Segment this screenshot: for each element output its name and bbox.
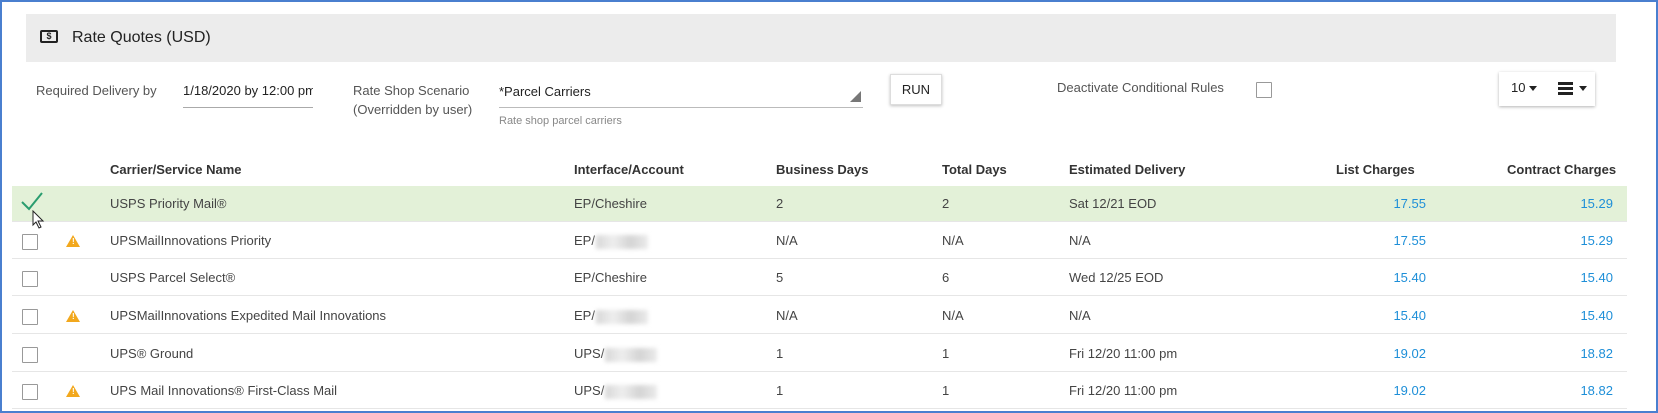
total-days: 2 (942, 196, 950, 211)
table-row[interactable]: ! UPSMailInnovations Priority EP/N/A N/A N/A… (12, 223, 1627, 259)
total-days: N/A (942, 233, 964, 248)
warning-icon: ! (66, 385, 80, 397)
interface-account: UPS/ (574, 383, 658, 399)
contract-charges-link[interactable]: 15.40 (1507, 308, 1613, 323)
list-view-icon[interactable] (1558, 82, 1573, 97)
list-charges-link[interactable]: 15.40 (1336, 270, 1426, 285)
contract-charges-link[interactable]: 18.82 (1507, 383, 1613, 398)
contract-charges-link[interactable]: 15.40 (1507, 270, 1613, 285)
warning-icon: ! (66, 235, 80, 247)
deactivate-rules-checkbox[interactable] (1256, 82, 1272, 98)
row-select-checkbox[interactable] (22, 347, 38, 363)
business-days: 2 (776, 196, 784, 211)
business-days: 1 (776, 383, 784, 398)
scenario-hint: Rate shop parcel carriers (499, 115, 622, 127)
contract-charges-link[interactable]: 15.29 (1507, 196, 1613, 211)
table-toolbar: 10 (1499, 72, 1595, 106)
carrier-name: UPSMailInnovations Priority (110, 233, 272, 248)
col-header-carrier[interactable]: Carrier/Service Name (110, 162, 242, 177)
total-days: N/A (942, 308, 964, 323)
panel-header: $ Rate Quotes (USD) (26, 14, 1616, 62)
selected-check-icon[interactable] (20, 190, 44, 212)
chevron-down-icon (1529, 86, 1538, 92)
business-days: 5 (776, 270, 784, 285)
row-select-checkbox[interactable] (22, 309, 38, 325)
carrier-name: USPS Parcel Select® (110, 270, 236, 285)
table-row[interactable]: ! UPS Mail Innovations® First-Class Mail U… (12, 373, 1627, 409)
contract-charges-link[interactable]: 15.29 (1507, 233, 1613, 248)
row-select-checkbox[interactable] (22, 271, 38, 287)
estimated-delivery: N/A (1069, 308, 1091, 323)
interface-account: EP/ (574, 308, 648, 324)
interface-account: EP/Cheshire (574, 196, 647, 211)
page-size-dropdown[interactable]: 10 (1511, 80, 1538, 95)
required-delivery-label: Required Delivery by (36, 83, 157, 98)
estimated-delivery: Fri 12/20 11:00 pm (1069, 346, 1178, 361)
table-row[interactable]: USPS Parcel Select® EP/Cheshire 5 6 Wed 12/2… (12, 260, 1627, 296)
table-row[interactable]: UPS® Ground UPS/1 1 Fri 12/20 11:00 pm 19.02… (12, 336, 1627, 372)
total-days: 1 (942, 383, 950, 398)
carrier-name: USPS Priority Mail® (110, 196, 227, 211)
panel-title: Rate Quotes (USD) (72, 29, 211, 46)
business-days: N/A (776, 233, 798, 248)
redacted-value (595, 234, 648, 249)
rate-quotes-panel: $ Rate Quotes (USD) Required Delivery by… (0, 0, 1658, 413)
money-icon: $ (40, 30, 58, 43)
carrier-name: UPS Mail Innovations® First-Class Mail (110, 383, 338, 398)
table-row[interactable]: ! UPSMailInnovations Expedited Mail Innov… (12, 298, 1627, 334)
interface-account: UPS/ (574, 346, 658, 362)
page-size-value: 10 (1511, 80, 1526, 95)
required-delivery-input[interactable]: 1/18/2020 by 12:00 pm (183, 82, 313, 108)
row-select-checkbox[interactable] (22, 234, 38, 250)
total-days: 6 (942, 270, 950, 285)
row-select-checkbox[interactable] (22, 384, 38, 400)
scenario-value: *Parcel Carriers (499, 84, 591, 99)
col-header-list-charges[interactable]: List Charges (1336, 162, 1415, 177)
col-header-total-days[interactable]: Total Days (942, 162, 1007, 177)
business-days: N/A (776, 308, 798, 323)
list-charges-link[interactable]: 17.55 (1336, 233, 1426, 248)
total-days: 1 (942, 346, 950, 361)
redacted-value (605, 384, 658, 399)
list-charges-link[interactable]: 17.55 (1336, 196, 1426, 211)
redacted-value (595, 309, 648, 324)
view-chevron-down-icon[interactable] (1579, 86, 1587, 91)
table-row[interactable]: USPS Priority Mail® EP/Cheshire 2 2 Sat 12/2… (12, 186, 1627, 229)
col-header-interface[interactable]: Interface/Account (574, 162, 684, 177)
contract-charges-link[interactable]: 18.82 (1507, 346, 1613, 361)
redacted-value (605, 347, 658, 362)
list-charges-link[interactable]: 15.40 (1336, 308, 1426, 323)
list-charges-link[interactable]: 19.02 (1336, 383, 1426, 398)
interface-account: EP/ (574, 233, 648, 249)
scenario-select[interactable]: *Parcel Carriers (499, 82, 863, 108)
interface-account: EP/Cheshire (574, 270, 647, 285)
scenario-label: Rate Shop Scenario (Overridden by user) (353, 81, 472, 119)
deactivate-rules-label: Deactivate Conditional Rules (1057, 80, 1224, 95)
estimated-delivery: Wed 12/25 EOD (1069, 270, 1164, 285)
col-header-estimated-delivery[interactable]: Estimated Delivery (1069, 162, 1185, 177)
carrier-name: UPSMailInnovations Expedited Mail Innova… (110, 308, 387, 323)
col-header-contract-charges[interactable]: Contract Charges (1507, 162, 1616, 177)
business-days: 1 (776, 346, 784, 361)
dropdown-triangle-icon (850, 91, 861, 102)
col-header-business-days[interactable]: Business Days (776, 162, 869, 177)
estimated-delivery: Sat 12/21 EOD (1069, 196, 1157, 211)
list-charges-link[interactable]: 19.02 (1336, 346, 1426, 361)
run-button[interactable]: RUN (890, 74, 942, 105)
scenario-label-line1: Rate Shop Scenario (353, 83, 470, 98)
carrier-name: UPS® Ground (110, 346, 194, 361)
warning-icon: ! (66, 310, 80, 322)
scenario-label-line2: (Overridden by user) (353, 102, 473, 117)
estimated-delivery: N/A (1069, 233, 1091, 248)
estimated-delivery: Fri 12/20 11:00 pm (1069, 383, 1178, 398)
